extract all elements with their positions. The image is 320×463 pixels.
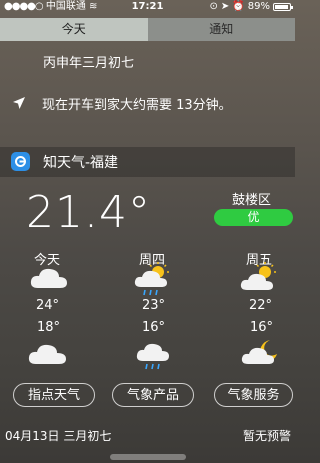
cloud-rain-icon (136, 343, 169, 370)
weather-services-button[interactable]: 气象服务 (214, 383, 293, 407)
tab-notifications[interactable]: 通知 (147, 18, 295, 41)
commute-text: 现在开车到家大约需要 13分钟。 (42, 98, 232, 113)
moon-cloud-icon (241, 340, 277, 364)
footer-date: 04月13日 三月初七 (5, 429, 112, 443)
widget-title[interactable]: 知天气-福建 (43, 152, 118, 172)
pull-handle[interactable] (110, 454, 186, 460)
status-bar: ●●●●○ 中国联通 ≋ 17:21 ⊙ ➤ ⏰ 89% (0, 0, 295, 13)
sun-cloud-icon (240, 262, 276, 290)
forecast-low: 18° (37, 320, 61, 335)
location-label: 鼓楼区 (232, 193, 272, 208)
navigation-arrow-icon (13, 97, 25, 109)
forecast-high: 24° (36, 298, 60, 313)
battery-icon (273, 2, 293, 11)
aqi-badge: 优 (214, 209, 293, 226)
alert-status: 暂无预警 (242, 429, 291, 443)
lunar-date: 丙申年三月初七 (43, 56, 135, 71)
forecast-high: 23° (142, 298, 166, 313)
sun-cloud-rain-icon (134, 262, 169, 296)
forecast-low: 16° (142, 320, 166, 335)
status-right: ⊙ ➤ ⏰ 89% (209, 0, 293, 13)
tab-bar: 今天 通知 (0, 18, 295, 41)
location-icon: ➤ (220, 1, 230, 12)
alarm-icon: ⏰ (232, 1, 245, 12)
weather-products-button[interactable]: 气象产品 (112, 383, 194, 407)
cloud-icon (30, 268, 67, 288)
rotation-lock-icon: ⊙ (209, 1, 218, 12)
tab-today[interactable]: 今天 (0, 18, 148, 41)
forecast-high: 22° (249, 298, 273, 313)
pointing-weather-button[interactable]: 指点天气 (13, 383, 95, 407)
weather-app-icon[interactable] (11, 152, 30, 171)
cloud-icon (28, 344, 66, 364)
battery-percent: 89% (247, 1, 270, 12)
forecast-low: 16° (250, 320, 274, 335)
current-temperature: 21.4° (26, 187, 151, 238)
